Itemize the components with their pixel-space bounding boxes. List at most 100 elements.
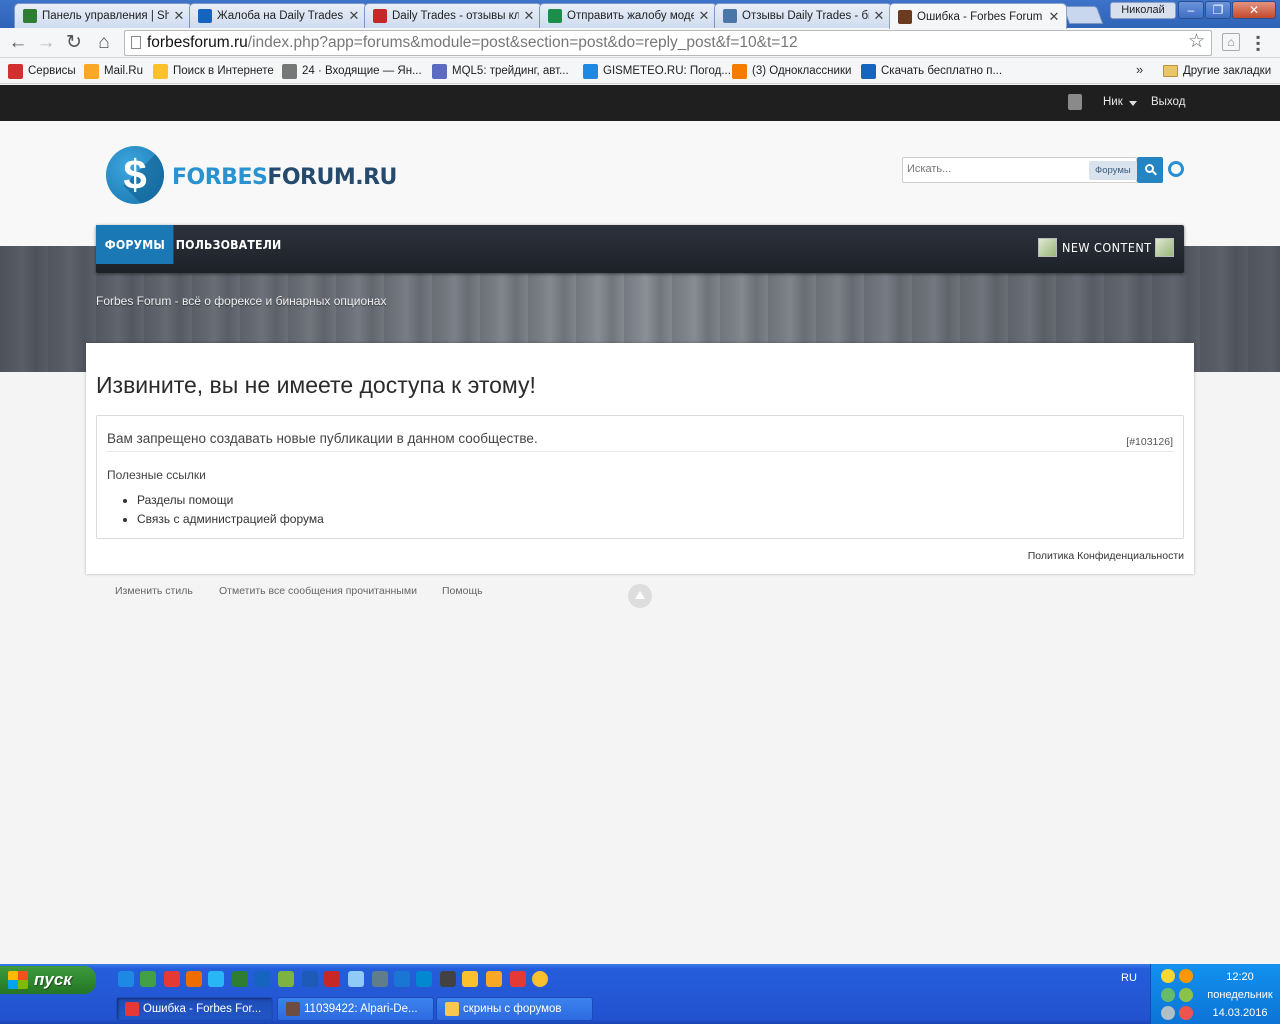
- chevron-down-icon[interactable]: [1129, 101, 1137, 106]
- language-indicator[interactable]: RU: [1121, 972, 1137, 984]
- bookmark-item[interactable]: Поиск в Интернете: [153, 62, 274, 80]
- clock[interactable]: 12:20 понедельник 14.03.2016: [1200, 968, 1280, 1022]
- bookmark-item[interactable]: Сервисы: [8, 62, 76, 80]
- error-message: Вам запрещено создавать новые публикации…: [107, 431, 538, 446]
- bookmark-item[interactable]: MQL5: трейдинг, авт...: [432, 62, 569, 80]
- rss-icon[interactable]: [1155, 238, 1174, 257]
- search-scope[interactable]: Форумы: [1089, 161, 1137, 180]
- scroll-top-icon[interactable]: [628, 584, 652, 608]
- firefox-icon[interactable]: [186, 971, 202, 987]
- address-bar[interactable]: forbesforum.ru/index.php?app=forums&modu…: [124, 30, 1212, 56]
- bookmark-favicon-icon: [84, 63, 99, 79]
- teamviewer-icon[interactable]: [416, 971, 432, 987]
- tab-title: Daily Trades - отзывы кл: [392, 10, 519, 22]
- clock-date: 14.03.2016: [1212, 1007, 1268, 1019]
- gear-icon[interactable]: [1168, 161, 1184, 177]
- browser-tab[interactable]: Ошибка - Forbes Forum - ✕: [889, 3, 1067, 29]
- bookmark-item[interactable]: GISMETEO.RU: Погод...: [583, 62, 731, 80]
- browser-tab[interactable]: Жалоба на Daily Trades | ✕: [189, 3, 367, 28]
- forward-icon[interactable]: →: [34, 31, 58, 55]
- menu-icon[interactable]: ▪ ▪ ▪: [1256, 31, 1270, 55]
- word-icon[interactable]: [302, 971, 318, 987]
- search-input[interactable]: [907, 163, 1083, 175]
- quicklaunch-icon[interactable]: [324, 971, 340, 987]
- quicklaunch-icon[interactable]: [140, 971, 156, 987]
- maximize-button[interactable]: ❐: [1205, 1, 1231, 19]
- mark-read-link[interactable]: Отметить все сообщения прочитанными: [219, 585, 417, 597]
- bookmark-item[interactable]: Скачать бесплатно п...: [861, 62, 1002, 80]
- browser-tab[interactable]: Отправить жалобу моде ✕: [539, 3, 717, 28]
- close-icon[interactable]: ✕: [173, 9, 185, 22]
- tray-icon[interactable]: [1179, 1006, 1193, 1020]
- close-icon[interactable]: ✕: [523, 9, 535, 22]
- help-link[interactable]: Помощь: [442, 585, 483, 597]
- bookmark-item[interactable]: 24 · Входящие — Ян...: [282, 62, 422, 80]
- taskbar-task[interactable]: Ошибка - Forbes For...: [116, 997, 273, 1021]
- quicklaunch-icon[interactable]: [348, 971, 364, 987]
- logo-dollar-icon[interactable]: $: [106, 146, 164, 204]
- user-menu[interactable]: Ник: [1103, 96, 1123, 108]
- bookmark-label: 24 · Входящие — Ян...: [302, 65, 422, 77]
- security-icon[interactable]: [1161, 969, 1175, 983]
- useful-links-title: Полезные ссылки: [107, 468, 206, 482]
- browser-tab[interactable]: Daily Trades - отзывы кл ✕: [364, 3, 542, 28]
- quicklaunch-icon[interactable]: [440, 971, 456, 987]
- utorrent-icon[interactable]: [278, 971, 294, 987]
- bluetooth-icon[interactable]: [394, 971, 410, 987]
- network-icon[interactable]: [1161, 988, 1175, 1002]
- user-icon[interactable]: [1068, 94, 1082, 110]
- tray-icon[interactable]: [1179, 988, 1193, 1002]
- quicklaunch-icon[interactable]: [462, 971, 478, 987]
- other-bookmarks[interactable]: Другие закладки: [1163, 62, 1271, 80]
- tab-users[interactable]: ПОЛЬЗОВАТЕЛИ: [167, 225, 290, 264]
- bookmarks-overflow-icon[interactable]: »: [1136, 62, 1143, 77]
- change-style-link[interactable]: Изменить стиль: [115, 585, 193, 597]
- bookmark-item[interactable]: (3) Одноклассники: [732, 62, 851, 80]
- bookmark-favicon-icon: [432, 63, 447, 79]
- tab-forums[interactable]: ФОРУМЫ: [96, 225, 174, 264]
- bookmark-star-icon[interactable]: ☆: [1188, 31, 1205, 53]
- back-icon[interactable]: ←: [6, 31, 30, 55]
- error-box: Вам запрещено создавать новые публикации…: [96, 415, 1184, 539]
- new-content-link[interactable]: NEW CONTENT: [1038, 238, 1162, 257]
- quicklaunch-icon[interactable]: [164, 971, 180, 987]
- taskbar-task[interactable]: скрины с форумов: [436, 997, 593, 1021]
- window-controls: – ❐ ✕: [1177, 1, 1276, 19]
- quicklaunch-icon[interactable]: [232, 971, 248, 987]
- site-logo[interactable]: FORBESFORUM.RU: [172, 165, 397, 190]
- bookmark-label: Скачать бесплатно п...: [881, 65, 1003, 77]
- chrome-icon[interactable]: [532, 971, 548, 987]
- logout-link[interactable]: Выход: [1151, 96, 1185, 108]
- quicklaunch-icon[interactable]: [372, 971, 388, 987]
- skype-icon[interactable]: [208, 971, 224, 987]
- privacy-link[interactable]: Политика Конфиденциальности: [1028, 550, 1184, 562]
- yandex-browser-icon[interactable]: [510, 971, 526, 987]
- tray-icon[interactable]: [1179, 969, 1193, 983]
- close-icon[interactable]: ✕: [348, 9, 360, 22]
- start-button[interactable]: пуск: [0, 966, 96, 994]
- ie-icon[interactable]: [118, 971, 134, 987]
- tab-favicon-icon: [373, 9, 387, 23]
- search-button[interactable]: [1137, 157, 1163, 183]
- browser-tab[interactable]: Отзывы Daily Trades - би ✕: [714, 3, 892, 28]
- bookmark-favicon-icon: [8, 63, 23, 79]
- close-icon[interactable]: ✕: [1048, 10, 1060, 23]
- close-icon[interactable]: ✕: [698, 9, 710, 22]
- bookmark-favicon-icon: [153, 63, 168, 79]
- help-sections-link[interactable]: Разделы помощи: [137, 493, 324, 507]
- quicklaunch-icon[interactable]: [254, 971, 270, 987]
- quicklaunch-icon[interactable]: [486, 971, 502, 987]
- reload-icon[interactable]: ↻: [62, 31, 86, 55]
- extension-icon[interactable]: ⌂: [1222, 33, 1240, 51]
- close-window-button[interactable]: ✕: [1232, 1, 1276, 19]
- new-tab-button[interactable]: [1062, 6, 1104, 24]
- minimize-button[interactable]: –: [1178, 1, 1204, 19]
- taskbar-task[interactable]: 11039422: Alpari-De...: [277, 997, 434, 1021]
- profile-button[interactable]: Николай: [1110, 2, 1176, 19]
- volume-icon[interactable]: [1161, 1006, 1175, 1020]
- bookmark-item[interactable]: Mail.Ru: [84, 62, 143, 80]
- close-icon[interactable]: ✕: [873, 9, 885, 22]
- browser-tab[interactable]: Панель управления | Sh ✕: [14, 3, 192, 28]
- home-icon[interactable]: ⌂: [92, 31, 116, 55]
- contact-admin-link[interactable]: Связь с администрацией форума: [137, 512, 324, 526]
